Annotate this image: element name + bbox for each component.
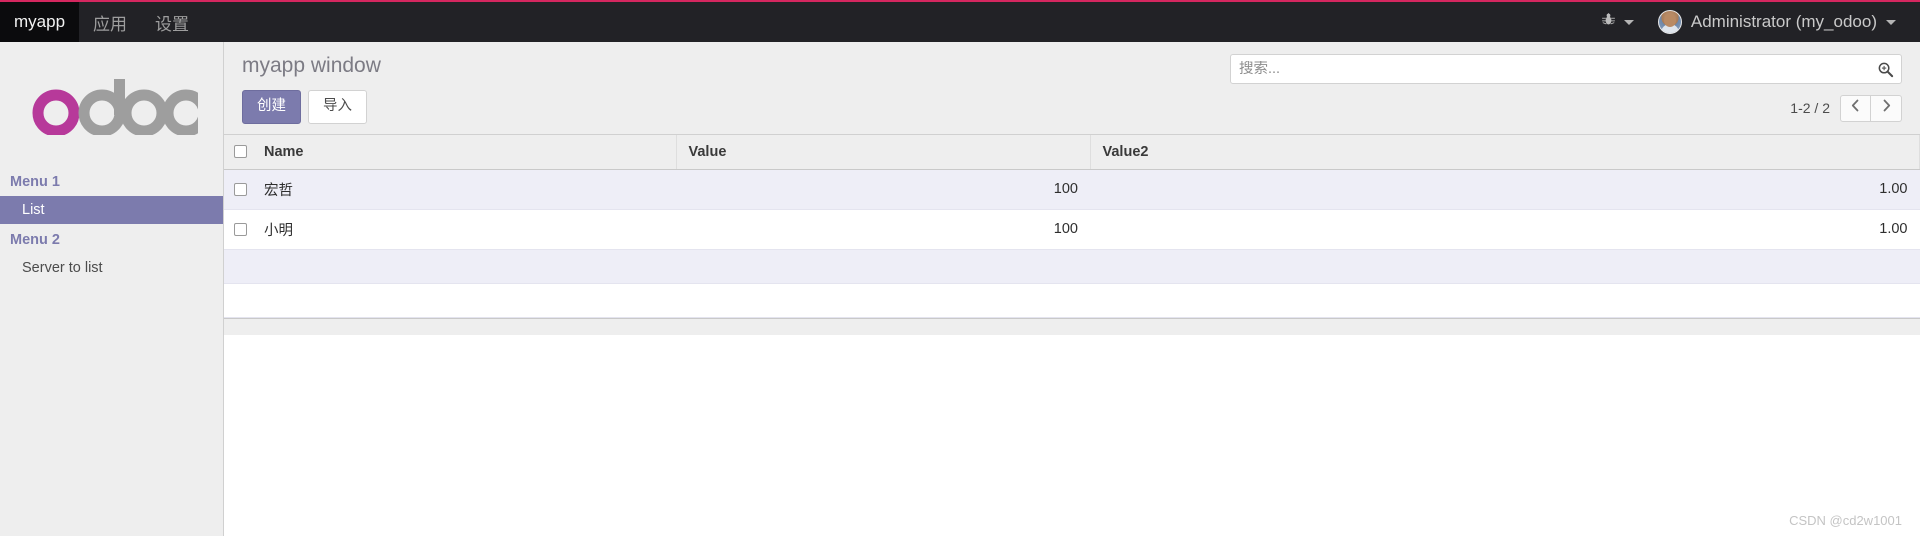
- pager-buttons: [1840, 94, 1902, 122]
- control-panel: myapp window 创建 导入 搜索... 1-2 / 2: [224, 42, 1920, 135]
- page-title: myapp window: [242, 54, 381, 77]
- select-all-checkbox[interactable]: [234, 145, 247, 159]
- action-buttons: 创建 导入: [242, 90, 1230, 124]
- table-header: Name Value Value2: [224, 134, 1920, 170]
- page-body: Menu 1 List Menu 2 Server to list myapp …: [0, 42, 1920, 536]
- navbar-brand-myapp[interactable]: myapp: [0, 2, 80, 42]
- navbar-item-settings[interactable]: 设置: [141, 2, 203, 42]
- search-input[interactable]: [1239, 61, 1873, 77]
- cell-value2: 1.00: [1090, 209, 1920, 250]
- cell-value: 100: [676, 209, 1090, 250]
- row-checkbox[interactable]: [234, 222, 247, 236]
- sidebar-section-menu-1: Menu 1: [0, 166, 223, 196]
- watermark: CSDN @cd2w1001: [1789, 513, 1902, 528]
- odoo-logo[interactable]: [0, 56, 223, 152]
- table-row[interactable]: 小明 100 1.00: [224, 209, 1920, 250]
- top-navbar: myapp 应用 设置 Administrator (my_odoo): [0, 0, 1920, 42]
- sidebar-item-list[interactable]: List: [0, 196, 223, 224]
- chevron-down-icon-user: [1886, 19, 1896, 25]
- cell-name: 小明: [252, 209, 676, 250]
- table-body: 宏哲 100 1.00 小明 100 1.00: [224, 169, 1920, 318]
- navbar-menu-left: myapp 应用 设置: [0, 2, 203, 42]
- column-header-name[interactable]: Name: [252, 134, 677, 170]
- search-icon[interactable]: [1873, 57, 1897, 81]
- records-table: Name Value Value2 宏哲 100 1.00 小明 100 1.0…: [224, 134, 1920, 318]
- cell-name: 宏哲: [252, 169, 676, 210]
- sidebar-section-menu-2: Menu 2: [0, 224, 223, 254]
- content-blank-area: CSDN @cd2w1001: [224, 335, 1920, 536]
- navbar-item-settings-label: 设置: [155, 14, 190, 34]
- control-panel-left: myapp window 创建 导入: [242, 54, 1230, 124]
- sidebar-section-menu-2-label: Menu 2: [10, 232, 60, 248]
- search-bar[interactable]: [1230, 54, 1902, 84]
- pager-next-button[interactable]: [1871, 94, 1902, 122]
- select-all-cell: [224, 134, 252, 170]
- user-menu-label: Administrator (my_odoo): [1690, 12, 1877, 31]
- import-button-label: 导入: [323, 98, 352, 115]
- column-header-value2[interactable]: Value2: [1090, 134, 1920, 170]
- cell-value2: 1.00: [1090, 169, 1920, 210]
- create-button-label: 创建: [257, 98, 286, 115]
- main-content: myapp window 创建 导入 搜索... 1-2 / 2 Name Va…: [224, 42, 1920, 536]
- table-filler-row: [224, 283, 1920, 318]
- pager-previous-button[interactable]: [1840, 94, 1871, 122]
- chevron-right-icon: [1882, 99, 1891, 117]
- column-header-value[interactable]: Value: [676, 134, 1091, 170]
- navbar-item-apps[interactable]: 应用: [79, 2, 141, 42]
- chevron-down-icon-debug: [1623, 19, 1634, 25]
- table-filler-row: [224, 249, 1920, 284]
- debug-menu-button[interactable]: [1593, 12, 1642, 32]
- row-select-cell: [224, 169, 252, 210]
- row-select-cell: [224, 209, 252, 250]
- table-header-row: Name Value Value2: [224, 134, 1920, 170]
- sidebar-item-server-to-list-label: Server to list: [22, 260, 103, 276]
- navbar-brand-label: myapp: [14, 12, 66, 31]
- user-menu-button[interactable]: Administrator (my_odoo): [1648, 10, 1902, 34]
- navbar-item-apps-label: 应用: [93, 14, 128, 34]
- table-row[interactable]: 宏哲 100 1.00: [224, 169, 1920, 210]
- import-button[interactable]: 导入: [308, 90, 367, 124]
- pager: 1-2 / 2: [1230, 94, 1902, 122]
- sidebar: Menu 1 List Menu 2 Server to list: [0, 42, 224, 536]
- chevron-left-icon: [1851, 99, 1860, 117]
- sidebar-item-list-label: List: [22, 202, 45, 218]
- avatar: [1657, 10, 1682, 34]
- cell-value: 100: [676, 169, 1090, 210]
- sidebar-section-menu-1-label: Menu 1: [10, 174, 60, 190]
- table-footer: [224, 317, 1920, 336]
- navbar-menu-right: Administrator (my_odoo): [1593, 2, 1920, 42]
- control-panel-right: 1-2 / 2: [1230, 54, 1902, 122]
- sidebar-item-server-to-list[interactable]: Server to list: [0, 254, 223, 282]
- bug-icon: [1601, 12, 1616, 32]
- pager-text: 1-2 / 2: [1790, 100, 1830, 116]
- row-checkbox[interactable]: [234, 182, 247, 196]
- list-view: Name Value Value2 宏哲 100 1.00 小明 100 1.0…: [224, 134, 1920, 336]
- create-button[interactable]: 创建: [242, 90, 301, 124]
